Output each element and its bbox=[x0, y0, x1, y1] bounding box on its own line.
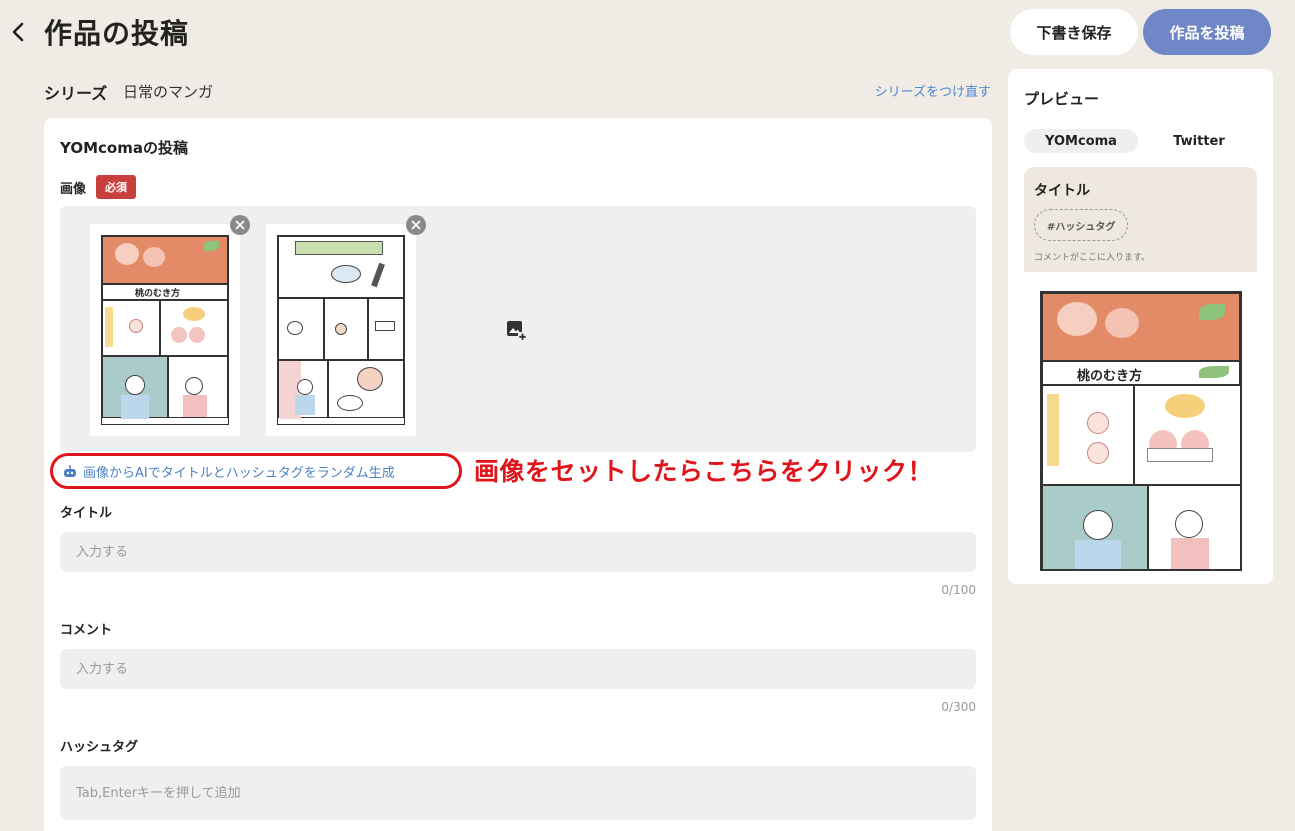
title-label: タイトル bbox=[60, 506, 113, 521]
image-upload-area[interactable]: 桃のむき方 bbox=[60, 206, 976, 452]
ai-robot-icon bbox=[64, 465, 76, 477]
post-work-button[interactable]: 作品を投稿 bbox=[1143, 9, 1271, 55]
preview-hashtag-chip: #ハッシュタグ bbox=[1034, 209, 1129, 241]
image-label: 画像 bbox=[60, 182, 87, 197]
preview-panel: プレビュー YOMcoma Twitter タイトル #ハッシュタグ コメントが… bbox=[1008, 69, 1273, 584]
comment-counter: 0/300 bbox=[941, 700, 976, 714]
preview-title: プレビュー bbox=[1024, 90, 1100, 108]
ai-generate-button[interactable]: 画像からAIでタイトルとハッシュタグをランダム生成 bbox=[50, 453, 462, 489]
manga-heading: 桃のむき方 bbox=[135, 289, 181, 299]
back-button[interactable] bbox=[6, 17, 30, 47]
chevron-left-icon bbox=[12, 22, 24, 42]
image-thumbnail[interactable]: 桃のむき方 bbox=[90, 224, 240, 436]
add-photo-icon bbox=[507, 321, 527, 341]
comment-label: コメント bbox=[60, 623, 113, 638]
manga-page-image bbox=[277, 235, 405, 425]
add-image-button[interactable] bbox=[504, 318, 528, 342]
series-value: 日常のマンガ bbox=[123, 83, 214, 101]
manga-page-image: 桃のむき方 bbox=[101, 235, 229, 425]
close-icon bbox=[411, 220, 421, 230]
series-label: シリーズ bbox=[44, 84, 108, 103]
post-form-card: YOMcomaの投稿 画像 必須 桃のむき方 画像からAIでタイトルとハッシュタ… bbox=[44, 118, 992, 831]
comment-input[interactable] bbox=[60, 649, 976, 689]
ai-generate-label: 画像からAIでタイトルとハッシュタグをランダム生成 bbox=[83, 465, 395, 481]
required-badge: 必須 bbox=[96, 175, 136, 199]
preview-post-box: タイトル #ハッシュタグ コメントがここに入ります。 bbox=[1024, 167, 1257, 272]
close-icon bbox=[235, 220, 245, 230]
remove-image-button[interactable] bbox=[406, 215, 426, 235]
title-counter: 0/100 bbox=[941, 583, 976, 597]
hashtag-label: ハッシュタグ bbox=[60, 740, 139, 755]
preview-manga-heading: 桃のむき方 bbox=[1077, 369, 1143, 384]
image-thumbnail[interactable] bbox=[266, 224, 416, 436]
remove-image-button[interactable] bbox=[230, 215, 250, 235]
preview-comment: コメントがここに入ります。 bbox=[1034, 253, 1151, 263]
preview-post-title: タイトル bbox=[1034, 183, 1090, 199]
hashtag-input[interactable] bbox=[60, 766, 976, 820]
section-title: YOMcomaの投稿 bbox=[60, 139, 188, 157]
tab-yomcoma[interactable]: YOMcoma bbox=[1024, 129, 1138, 153]
series-reset-link[interactable]: シリーズをつけ直す bbox=[875, 81, 991, 100]
save-draft-button[interactable]: 下書き保存 bbox=[1010, 9, 1138, 55]
title-input[interactable] bbox=[60, 532, 976, 572]
instruction-annotation: 画像をセットしたらこちらをクリック！ bbox=[474, 457, 934, 486]
tab-twitter[interactable]: Twitter bbox=[1142, 129, 1256, 153]
preview-manga-image: 桃のむき方 bbox=[1040, 291, 1242, 571]
page-title: 作品の投稿 bbox=[44, 17, 190, 50]
